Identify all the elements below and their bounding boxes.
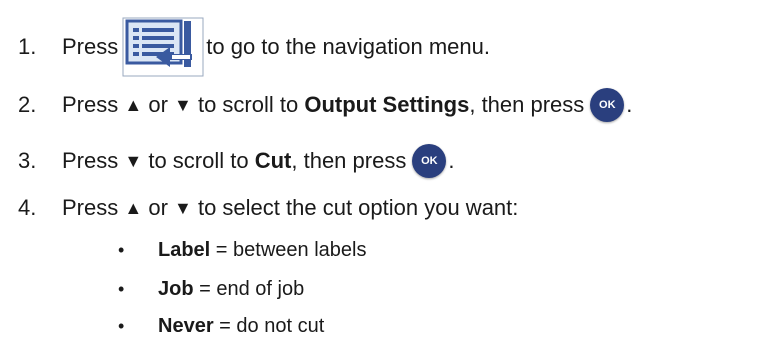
option-description: = end of job [193,277,305,300]
step-text: Press ▼ to scroll to Cut , then press OK… [62,144,454,178]
down-arrow-icon: ▼ [174,197,192,218]
step-text-or: or [148,195,168,220]
down-arrow-icon: ▼ [124,150,143,171]
option-text: Never = do not cut [158,315,324,338]
bullet-icon: • [118,315,125,336]
step-number: 3. [18,148,37,173]
option-name: Label [158,238,211,261]
option-text: Job = end of job [158,278,304,301]
step-text-after: , then press [291,148,407,173]
option-name: Never [158,314,214,337]
up-arrow-icon: ▲ [124,197,143,218]
step-number: 1. [18,34,37,59]
ok-button-icon: OK [590,88,625,122]
menu-item-name: Cut [254,148,292,173]
step-text-pre: Press [62,34,119,59]
step-text-after: , then press [469,92,585,117]
step-text-pre: Press [62,195,119,220]
bullet-icon: • [118,278,125,299]
option-description: = between labels [210,238,367,261]
step-text-mid: to scroll to [148,148,249,173]
ok-button-icon: OK [412,144,447,178]
down-arrow-icon: ▼ [174,94,192,115]
step-text-end: . [626,92,633,117]
option-text: Label = between labels [158,239,366,262]
step-text-or: or [148,92,168,117]
step-text-pre: Press [62,92,119,117]
step-text-mid: to scroll to [197,92,299,117]
step-text: Press ▲ or ▼ to select the cut option yo… [62,195,518,221]
step-text-post: to go to the navigation menu. [206,34,491,59]
up-arrow-icon: ▲ [124,94,143,115]
bullet-icon: • [118,239,125,260]
step-text-post: to select the cut option you want: [197,195,519,220]
navigation-menu-icon [122,17,204,77]
option-description: = do not cut [213,314,325,337]
menu-item-name: Output Settings [304,92,470,117]
step-number: 2. [18,92,37,117]
step-text-pre: Press [62,148,119,173]
option-name: Job [158,277,194,300]
step-text: Press ▲ or ▼ to scroll to Output Setting… [62,88,632,122]
step-number: 4. [18,195,37,220]
step-text-end: . [448,148,455,173]
step-text: Press to go to the navigation menu. [62,17,490,77]
